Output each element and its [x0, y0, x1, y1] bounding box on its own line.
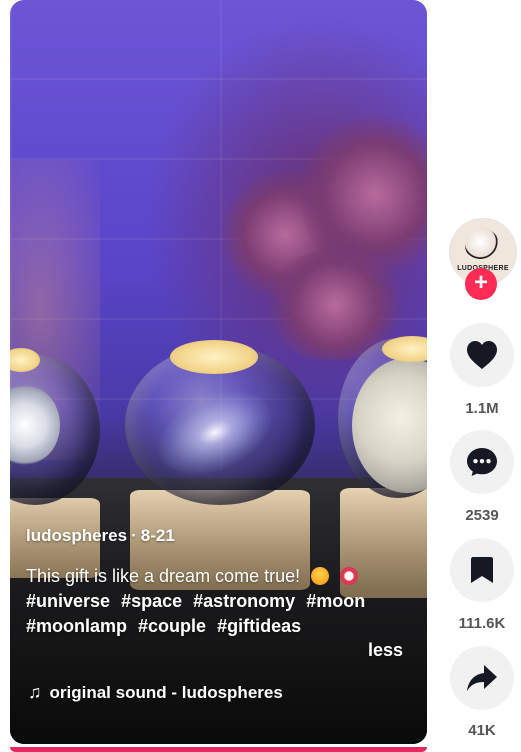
- author-line: ludospheres · 8-21: [26, 526, 175, 546]
- hashtag-link[interactable]: #astronomy: [193, 591, 295, 611]
- lamp-glow-top: [170, 340, 258, 374]
- hashtag-link[interactable]: #couple: [138, 616, 206, 636]
- follow-button[interactable]: +: [465, 268, 497, 300]
- crying-face-emoji-icon: [311, 567, 330, 585]
- author-name[interactable]: ludospheres: [26, 526, 127, 545]
- video-player[interactable]: ludospheres · 8-21 This gift is like a dre…: [10, 0, 427, 744]
- post-date: 8-21: [140, 526, 175, 545]
- bookmark-icon: [471, 557, 493, 583]
- save-button[interactable]: [450, 538, 514, 602]
- heart-icon: [467, 341, 497, 369]
- hashtag-link[interactable]: #giftideas: [217, 616, 301, 636]
- comment-dots-icon: [467, 448, 497, 476]
- music-note-icon: ♫: [28, 682, 42, 702]
- comment-count: 2539: [465, 507, 499, 524]
- caption-text: This gift is like a dream come true!: [26, 566, 301, 586]
- sound-name: original sound - ludospheres: [49, 682, 283, 702]
- share-button[interactable]: [450, 646, 514, 710]
- comment-button[interactable]: [450, 430, 514, 494]
- less-toggle[interactable]: less: [368, 640, 403, 661]
- heart-emoji-icon: [340, 567, 359, 585]
- hashtag-link[interactable]: #moon: [306, 591, 365, 611]
- share-count: 41K: [468, 722, 496, 739]
- like-button[interactable]: [450, 323, 514, 387]
- avatar-sphere-image: [465, 228, 499, 262]
- separator: ·: [131, 526, 137, 545]
- like-count: 1.1M: [465, 400, 499, 417]
- hashtag-link[interactable]: #universe: [26, 591, 110, 611]
- hashtag-link[interactable]: #moonlamp: [26, 616, 127, 636]
- video-progress-bar[interactable]: [10, 747, 427, 752]
- save-count: 111.6K: [458, 615, 506, 632]
- share-arrow-icon: [467, 665, 497, 691]
- hashtag-link[interactable]: #space: [121, 591, 182, 611]
- caption: This gift is like a dream come true! #un…: [26, 564, 406, 639]
- sound-link[interactable]: ♫ original sound - ludospheres: [28, 682, 283, 703]
